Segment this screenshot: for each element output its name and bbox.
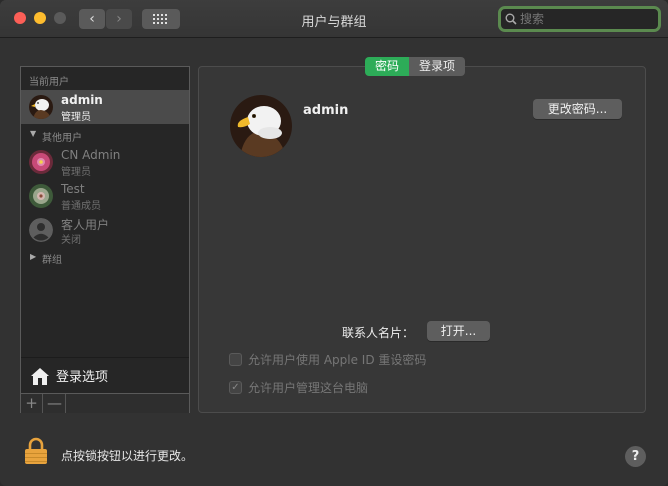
change-password-button[interactable]: 更改密码... <box>533 99 622 119</box>
user-row-cn-admin[interactable]: CN Admin 管理员 <box>21 145 189 179</box>
segmented-tabs: 密码 登录项 <box>365 57 466 76</box>
user-row-admin[interactable]: admin 管理员 <box>21 90 189 124</box>
search-field[interactable] <box>498 6 661 32</box>
lock-instruction-text: 点按锁按钮以进行更改。 <box>61 449 194 463</box>
user-role: 管理员 <box>61 112 91 123</box>
eagle-avatar[interactable] <box>230 95 292 157</box>
user-role: 管理员 <box>61 167 91 178</box>
allow-apple-id-reset-option: 允许用户使用 Apple ID 重设密码 <box>229 351 426 367</box>
groups-label: 群组 <box>42 255 62 266</box>
list-control-bar: + — <box>21 393 189 413</box>
user-list-sidebar: 当前用户 admin 管理员 ▼ 其他用户 CN Admin 管理员 Test … <box>20 66 190 413</box>
flower-avatar <box>29 184 53 208</box>
allow-admin-label: 允许用户管理这台电脑 <box>248 380 369 395</box>
contact-card-label: 联系人名片： <box>342 326 415 340</box>
current-users-label: 当前用户 <box>29 77 69 88</box>
other-users-label: 其他用户 <box>42 133 82 144</box>
title-bar: ‹ › 用户与群组 <box>0 0 668 38</box>
lock-icon[interactable] <box>24 437 48 465</box>
user-row-test[interactable]: Test 普通成员 <box>21 179 189 213</box>
user-name: admin <box>61 93 103 107</box>
tab-password[interactable]: 密码 <box>365 57 410 76</box>
user-row-guest[interactable]: 客人用户 关闭 <box>21 213 189 247</box>
help-button[interactable]: ? <box>625 446 646 467</box>
allow-apple-id-reset-checkbox[interactable] <box>229 352 242 366</box>
users-groups-window: ‹ › 用户与群组 当前用户 <box>0 0 668 486</box>
user-role: 普通成员 <box>61 201 101 212</box>
user-name: Test <box>61 182 85 196</box>
login-options-item[interactable]: 登录选项 <box>21 357 189 393</box>
user-name: CN Admin <box>61 148 121 162</box>
disclosure-triangle-down-icon[interactable]: ▼ <box>30 129 36 138</box>
allow-admin-checkbox[interactable]: ✓ <box>229 380 242 394</box>
house-icon <box>31 367 49 385</box>
tab-login-items[interactable]: 登录项 <box>409 57 466 76</box>
eagle-avatar <box>29 95 53 119</box>
search-input[interactable] <box>520 12 650 26</box>
login-options-label: 登录选项 <box>56 370 109 385</box>
user-role: 关闭 <box>61 235 81 246</box>
selected-user-name: admin <box>303 103 349 118</box>
flower-avatar <box>29 150 53 174</box>
open-contact-card-button[interactable]: 打开... <box>427 321 490 341</box>
add-user-button[interactable]: + <box>21 394 43 413</box>
search-icon <box>505 13 517 25</box>
disclosure-triangle-right-icon[interactable]: ▶ <box>30 252 36 261</box>
allow-apple-id-reset-label: 允许用户使用 Apple ID 重设密码 <box>248 352 427 367</box>
guest-user-icon <box>29 218 53 242</box>
remove-user-button[interactable]: — <box>44 394 66 413</box>
allow-admin-option: ✓ 允许用户管理这台电脑 <box>229 379 368 395</box>
